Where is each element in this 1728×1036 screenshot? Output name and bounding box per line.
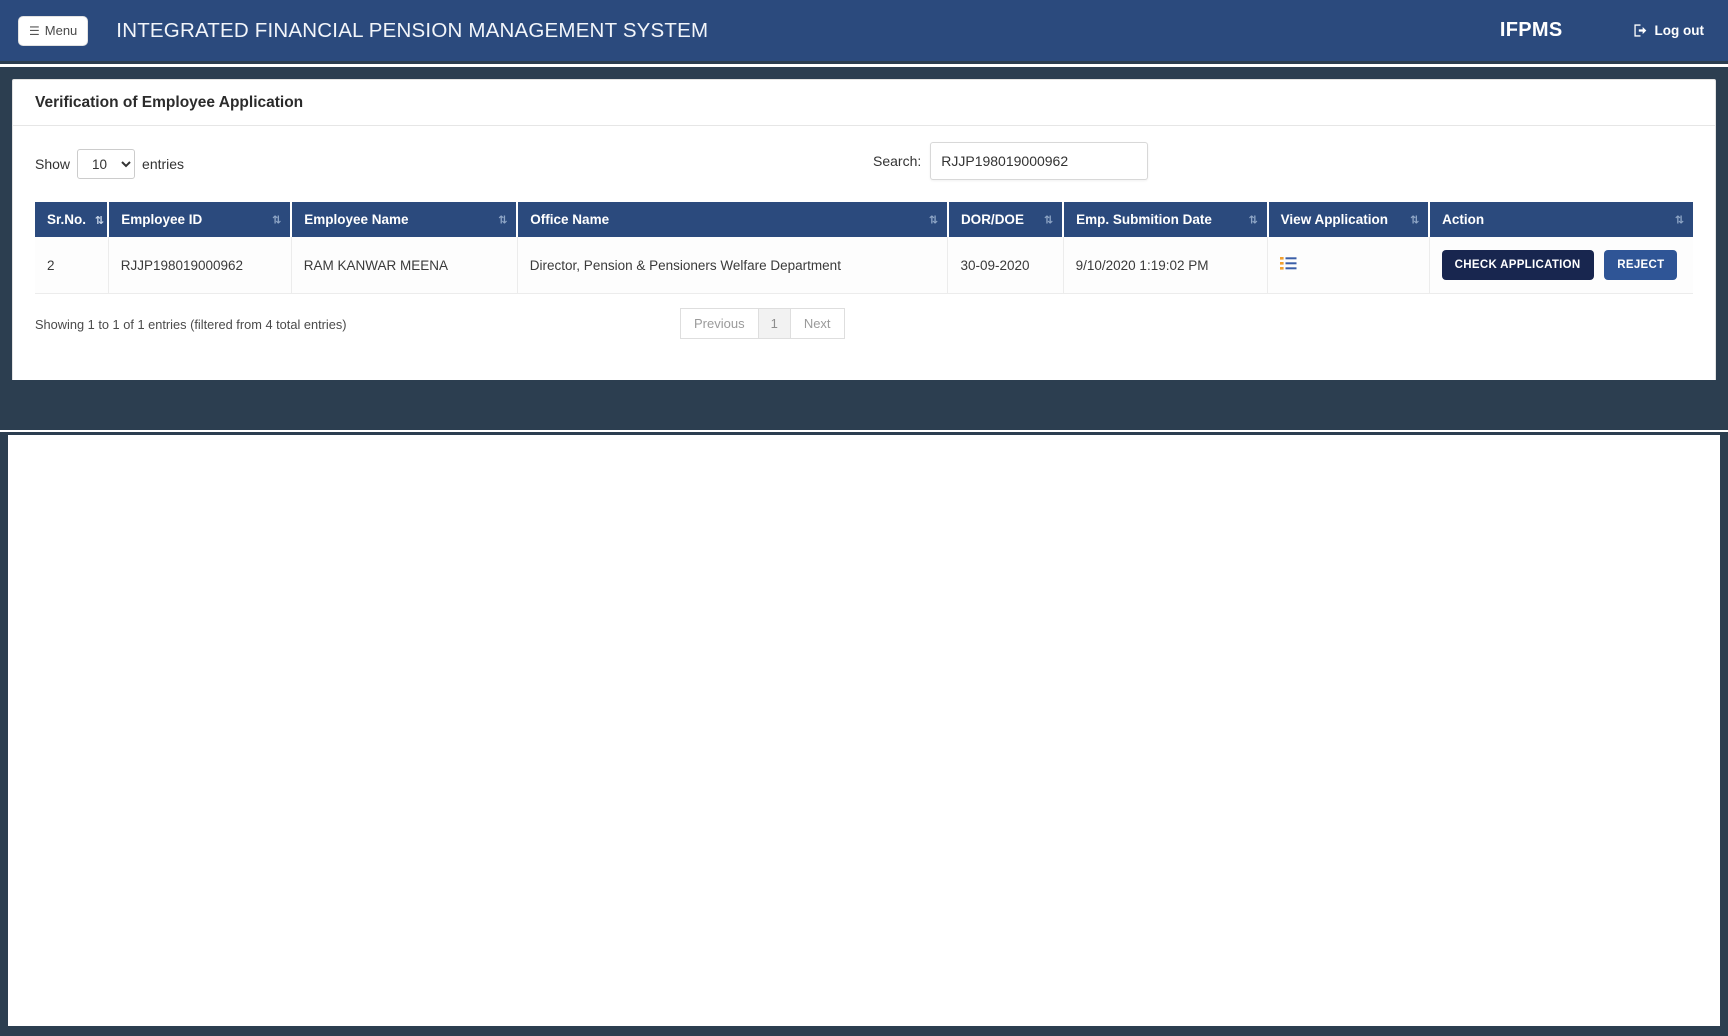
column-label: Employee Name xyxy=(304,212,409,227)
navbar-right-group: IFPMS Log out xyxy=(1500,19,1704,42)
pagination-previous[interactable]: Previous xyxy=(680,308,758,339)
column-label: View Application xyxy=(1280,212,1388,227)
search-control: Search: xyxy=(873,142,1149,180)
column-label: Office Name xyxy=(530,212,610,227)
cell-action: CHECK APPLICATION REJECT xyxy=(1429,237,1693,294)
blank-content-area xyxy=(0,432,1728,1036)
column-label: Action xyxy=(1442,212,1485,227)
column-header-employee-id[interactable]: Employee ID ⇅ xyxy=(108,202,293,237)
card-body: Show 10 entries Search: RJJP198019000962… xyxy=(13,126,1715,362)
content-wrapper: Verification of Employee Application Sho… xyxy=(0,67,1728,427)
search-input[interactable] xyxy=(930,142,1149,180)
table-head: Sr.No. ⇅ Employee ID ⇅ Employee Name ⇅ O… xyxy=(35,202,1693,237)
brand-title: INTEGRATED FINANCIAL PENSION MANAGEMENT … xyxy=(116,18,709,42)
menu-button[interactable]: ☰ Menu xyxy=(18,15,89,46)
sort-icon: ⇅ xyxy=(1248,213,1257,226)
column-header-action[interactable]: Action ⇅ xyxy=(1429,202,1693,237)
column-header-dor-doe[interactable]: DOR/DOE ⇅ xyxy=(947,202,1065,237)
logout-button[interactable]: Log out xyxy=(1633,23,1704,38)
page-length-control: Show 10 entries xyxy=(35,142,184,179)
reject-button[interactable]: REJECT xyxy=(1604,250,1678,280)
page-title: Verification of Employee Application xyxy=(35,94,304,111)
sort-icon: ⇅ xyxy=(928,213,938,226)
column-label: DOR/DOE xyxy=(960,212,1024,227)
cell-employee-id: RJJP198019000962 xyxy=(108,237,292,294)
show-label: Show xyxy=(35,156,71,172)
search-label: Search: xyxy=(873,153,922,169)
sort-icon: ⇅ xyxy=(272,213,281,226)
column-header-submission-date[interactable]: Emp. Submition Date ⇅ xyxy=(1063,202,1269,237)
column-header-office-name[interactable]: Office Name ⇅ xyxy=(517,202,949,237)
right-edge-strip xyxy=(1720,432,1728,1036)
page-length-select[interactable]: 10 xyxy=(77,149,136,179)
table-info-text: Showing 1 to 1 of 1 entries (filtered fr… xyxy=(35,316,347,332)
employee-applications-table: Sr.No. ⇅ Employee ID ⇅ Employee Name ⇅ O… xyxy=(35,202,1693,294)
cell-view-application xyxy=(1267,237,1430,294)
column-header-sr-no[interactable]: Sr.No. ⇅ xyxy=(35,202,110,237)
cell-employee-name: RAM KANWAR MEENA xyxy=(291,237,518,294)
cell-dor-doe: 30-09-2020 xyxy=(947,237,1064,294)
list-icon[interactable] xyxy=(1280,256,1297,271)
table-controls: Show 10 entries Search: xyxy=(35,142,1693,188)
left-edge-strip xyxy=(0,432,8,1036)
column-header-employee-name[interactable]: Employee Name ⇅ xyxy=(291,202,519,237)
table-body: 2 RJJP198019000962 RAM KANWAR MEENA Dire… xyxy=(35,237,1693,294)
hamburger-icon: ☰ xyxy=(29,23,40,38)
card-header: Verification of Employee Application xyxy=(13,80,1715,126)
table-footer: Showing 1 to 1 of 1 entries (filtered fr… xyxy=(35,308,1693,340)
table-header-row: Sr.No. ⇅ Employee ID ⇅ Employee Name ⇅ O… xyxy=(35,202,1693,237)
logout-label: Log out xyxy=(1654,23,1704,38)
pagination-next[interactable]: Next xyxy=(789,308,845,339)
app-root: ☰ Menu INTEGRATED FINANCIAL PENSION MANA… xyxy=(0,0,1728,1036)
cell-office-name: Director, Pension & Pensioners Welfare D… xyxy=(517,237,949,294)
verification-card: Verification of Employee Application Sho… xyxy=(12,79,1716,411)
app-short-name: IFPMS xyxy=(1499,19,1563,41)
column-header-view-application[interactable]: View Application ⇅ xyxy=(1267,202,1431,237)
column-label: Emp. Submition Date xyxy=(1076,212,1212,227)
entries-label: entries xyxy=(142,156,185,172)
bottom-edge-strip xyxy=(0,1026,1728,1036)
menu-button-label: Menu xyxy=(44,22,78,38)
pagination: Previous 1 Next xyxy=(680,308,845,339)
sign-out-icon xyxy=(1633,23,1648,38)
sort-icon: ⇅ xyxy=(1409,213,1419,226)
cell-submission-date: 9/10/2020 1:19:02 PM xyxy=(1063,237,1269,294)
top-navbar: ☰ Menu INTEGRATED FINANCIAL PENSION MANA… xyxy=(0,0,1728,64)
pagination-page-1[interactable]: 1 xyxy=(757,308,790,339)
cell-sr-no: 2 xyxy=(35,237,109,294)
dark-band xyxy=(0,380,1728,430)
table-row: 2 RJJP198019000962 RAM KANWAR MEENA Dire… xyxy=(35,237,1693,294)
sort-icon: ⇅ xyxy=(1043,213,1053,226)
check-application-button[interactable]: CHECK APPLICATION xyxy=(1441,250,1594,280)
sort-icon: ⇅ xyxy=(1674,213,1684,226)
column-label: Employee ID xyxy=(121,212,203,227)
column-label: Sr.No. xyxy=(47,212,87,227)
sort-asc-icon: ⇅ xyxy=(94,213,104,227)
sort-icon: ⇅ xyxy=(498,213,507,226)
